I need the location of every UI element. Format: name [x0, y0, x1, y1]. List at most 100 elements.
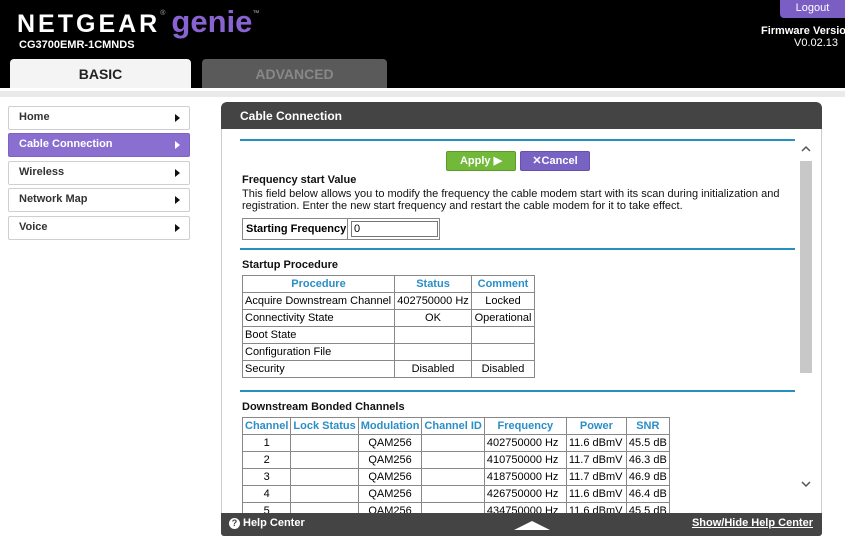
col-header-channel-id: Channel ID [421, 417, 485, 435]
table-header-row: Procedure Status Comment [242, 275, 535, 293]
chevron-down-icon[interactable] [801, 479, 811, 489]
table-cell: QAM256 [357, 485, 423, 503]
apply-button[interactable]: Apply ▶ [446, 151, 516, 171]
sidebar-item-label: Wireless [19, 166, 65, 178]
cancel-button[interactable]: ✕Cancel [520, 151, 590, 171]
table-cell: 5 [241, 502, 292, 513]
table-cell [290, 502, 359, 513]
table-cell: 45.5 dB [625, 502, 670, 513]
netgear-genie-logo: NETGEAR® genie™ [17, 4, 259, 40]
table-cell: Configuration File [242, 343, 395, 361]
tab-advanced[interactable]: ADVANCED [202, 59, 387, 88]
chevron-up-icon[interactable] [801, 144, 811, 154]
table-cell: 426750000 Hz [483, 485, 567, 503]
page-title: Cable Connection [240, 109, 343, 123]
col-header-lock-status: Lock Status [290, 417, 359, 435]
sidebar-item-label: Voice [19, 221, 48, 233]
starting-frequency-label: Starting Frequency [246, 223, 347, 235]
table-cell: QAM256 [357, 468, 423, 486]
table-cell: 46.4 dB [625, 485, 670, 503]
logout-button[interactable]: Logout [780, 0, 845, 18]
table-cell [471, 326, 535, 344]
col-header-snr: SNR [625, 417, 670, 435]
sidebar-item-home[interactable]: Home [8, 106, 190, 130]
table-cell: 45.5 dB [625, 434, 670, 452]
sidebar-item-label: Cable Connection [19, 138, 113, 150]
table-cell: 410750000 Hz [483, 451, 567, 469]
starting-frequency-row: Starting Frequency [242, 218, 440, 240]
table-cell [290, 468, 359, 486]
freq-description: This field below allows you to modify th… [242, 188, 780, 212]
table-cell: Connectivity State [242, 309, 395, 327]
downstream-section-title: Downstream Bonded Channels [242, 401, 405, 413]
col-header-power: Power [565, 417, 627, 435]
table-cell: 418750000 Hz [483, 468, 567, 486]
table-cell: 2 [241, 451, 292, 469]
chevron-right-icon [175, 196, 180, 204]
table-cell: QAM256 [357, 502, 423, 513]
table-cell [421, 468, 485, 486]
table-cell [290, 485, 359, 503]
tab-basic[interactable]: BASIC [10, 59, 191, 88]
table-cell: Disabled [471, 360, 535, 378]
table-row: Configuration File [242, 343, 535, 361]
table-cell [290, 451, 359, 469]
section-divider [240, 248, 795, 250]
table-cell: 4 [241, 485, 292, 503]
table-cell [421, 434, 485, 452]
table-cell: 1 [241, 434, 292, 452]
table-cell: 402750000 Hz [394, 292, 472, 310]
table-cell: 11.6 dBmV [565, 485, 627, 503]
help-center-link[interactable]: ? Help Center [229, 517, 305, 529]
table-cell [421, 502, 485, 513]
col-header-procedure: Procedure [242, 275, 395, 293]
sidebar-item-cable-connection[interactable]: Cable Connection [8, 133, 190, 157]
table-cell: 434750000 Hz [483, 502, 567, 513]
table-row: 2 QAM256 410750000 Hz 11.7 dBmV 46.3 dB [241, 451, 670, 469]
table-cell: 11.7 dBmV [565, 451, 627, 469]
brand-netgear: NETGEAR [17, 10, 161, 38]
chevron-right-icon [175, 224, 180, 232]
chevron-right-icon [175, 114, 180, 122]
help-center-label: Help Center [243, 517, 305, 529]
brand-reg: ® [160, 10, 166, 17]
sidebar-item-label: Home [19, 111, 50, 123]
table-row: Acquire Downstream Channel 402750000 Hz … [242, 292, 535, 310]
cell-divider [347, 219, 348, 239]
table-cell: OK [394, 309, 472, 327]
brand-genie: genie [171, 4, 253, 39]
firmware-label: Firmware Version [761, 25, 845, 37]
col-header-modulation: Modulation [357, 417, 423, 435]
sidebar-item-voice[interactable]: Voice [8, 216, 190, 240]
help-footer: ? Help Center Show/Hide Help Center [221, 513, 822, 536]
table-cell [421, 451, 485, 469]
table-header-row: Channel Lock Status Modulation Channel I… [241, 417, 670, 435]
table-cell: 11.7 dBmV [565, 468, 627, 486]
section-divider [240, 390, 795, 392]
table-cell: Acquire Downstream Channel [242, 292, 395, 310]
table-row: 5 QAM256 434750000 Hz 11.6 dBmV 45.5 dB [241, 502, 670, 513]
show-hide-help-link[interactable]: Show/Hide Help Center [692, 517, 813, 529]
col-header-channel: Channel [241, 417, 292, 435]
table-cell: Boot State [242, 326, 395, 344]
table-cell: 46.9 dB [625, 468, 670, 486]
scrollbar-thumb[interactable] [800, 161, 812, 373]
table-row: Boot State [242, 326, 535, 344]
question-icon: ? [229, 518, 240, 529]
table-cell: QAM256 [357, 434, 423, 452]
brand-tm: ™ [252, 10, 260, 17]
table-cell [394, 326, 472, 344]
col-header-status: Status [394, 275, 472, 293]
downstream-channels-table: Channel Lock Status Modulation Channel I… [241, 417, 670, 513]
expand-triangle-icon[interactable] [514, 521, 550, 530]
sidebar-item-wireless[interactable]: Wireless [8, 161, 190, 185]
table-cell [471, 343, 535, 361]
starting-frequency-input[interactable] [351, 221, 438, 237]
table-cell: Locked [471, 292, 535, 310]
table-cell: 11.6 dBmV [565, 502, 627, 513]
chevron-right-icon [175, 169, 180, 177]
table-cell [421, 485, 485, 503]
sidebar-item-network-map[interactable]: Network Map [8, 188, 190, 212]
table-cell: 11.6 dBmV [565, 434, 627, 452]
vertical-scrollbar[interactable] [800, 139, 812, 509]
